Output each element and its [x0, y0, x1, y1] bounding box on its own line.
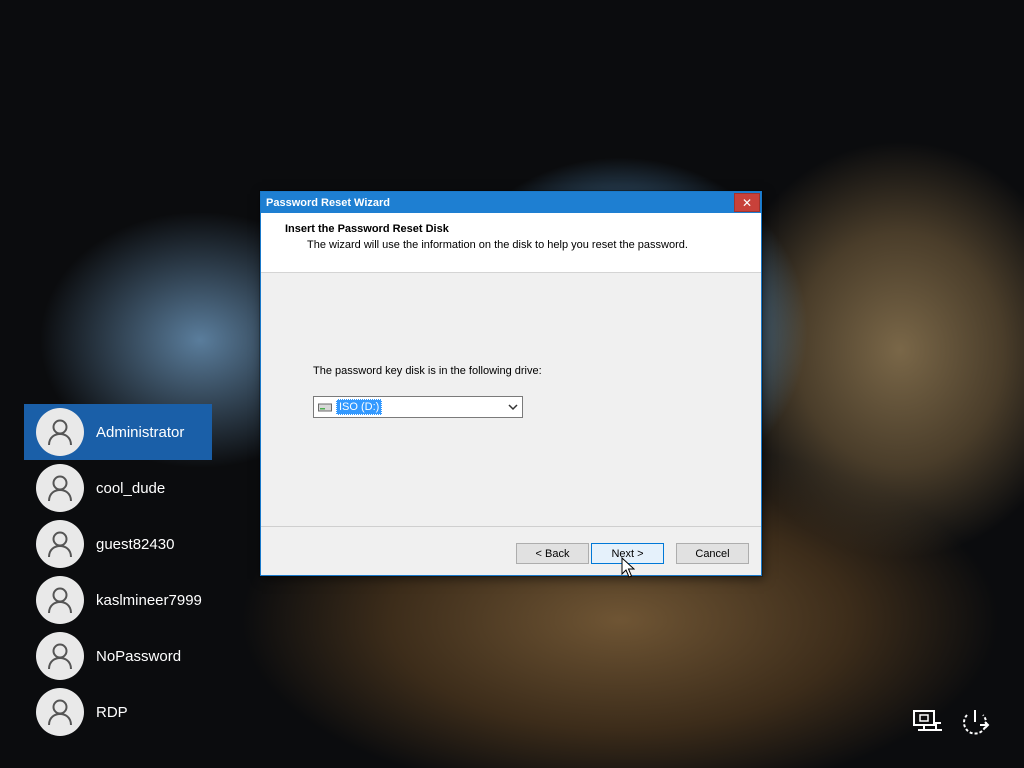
- user-list: Administrator cool_dude guest82430 kaslm…: [24, 404, 212, 740]
- password-reset-wizard-dialog: Password Reset Wizard ✕ Insert the Passw…: [260, 191, 762, 576]
- wizard-step-description: The wizard will use the information on t…: [307, 239, 688, 251]
- user-tile-cool-dude[interactable]: cool_dude: [24, 460, 212, 516]
- user-name: cool_dude: [96, 479, 166, 497]
- user-name: RDP: [96, 703, 128, 721]
- user-avatar-icon: [36, 688, 84, 736]
- user-avatar-icon: [36, 464, 84, 512]
- user-avatar-icon: [36, 520, 84, 568]
- user-avatar-icon: [36, 576, 84, 624]
- close-icon: ✕: [741, 195, 753, 210]
- user-tile-kaslmineer7999[interactable]: kaslmineer7999: [24, 572, 212, 628]
- close-button[interactable]: ✕: [734, 193, 760, 212]
- user-avatar-icon: [36, 632, 84, 680]
- footer-divider: [261, 526, 761, 527]
- user-name: NoPassword: [96, 647, 182, 665]
- drive-label: The password key disk is in the followin…: [313, 365, 542, 377]
- wizard-body: The password key disk is in the followin…: [261, 275, 761, 527]
- user-name: Administrator: [96, 423, 185, 441]
- network-icon[interactable]: [911, 706, 945, 740]
- back-button[interactable]: < Back: [516, 543, 589, 564]
- user-name: kaslmineer7999: [96, 591, 202, 609]
- dialog-title: Password Reset Wizard: [266, 196, 390, 209]
- user-tile-rdp[interactable]: RDP: [24, 684, 212, 740]
- mouse-cursor-icon: [621, 557, 635, 578]
- user-tile-administrator[interactable]: Administrator: [24, 404, 212, 460]
- power-icon[interactable]: [958, 706, 992, 740]
- drive-icon: [318, 403, 332, 412]
- user-tile-nopassword[interactable]: NoPassword: [24, 628, 212, 684]
- drive-selected-value: ISO (D:): [336, 399, 383, 415]
- chevron-down-icon: [508, 404, 518, 411]
- wizard-header: Insert the Password Reset Disk The wizar…: [261, 213, 761, 273]
- user-tile-guest82430[interactable]: guest82430: [24, 516, 212, 572]
- drive-select[interactable]: ISO (D:): [313, 396, 523, 418]
- wizard-step-title: Insert the Password Reset Disk: [285, 223, 449, 235]
- dialog-titlebar[interactable]: Password Reset Wizard ✕: [261, 192, 761, 213]
- cancel-button[interactable]: Cancel: [676, 543, 749, 564]
- user-name: guest82430: [96, 535, 175, 553]
- user-avatar-icon: [36, 408, 84, 456]
